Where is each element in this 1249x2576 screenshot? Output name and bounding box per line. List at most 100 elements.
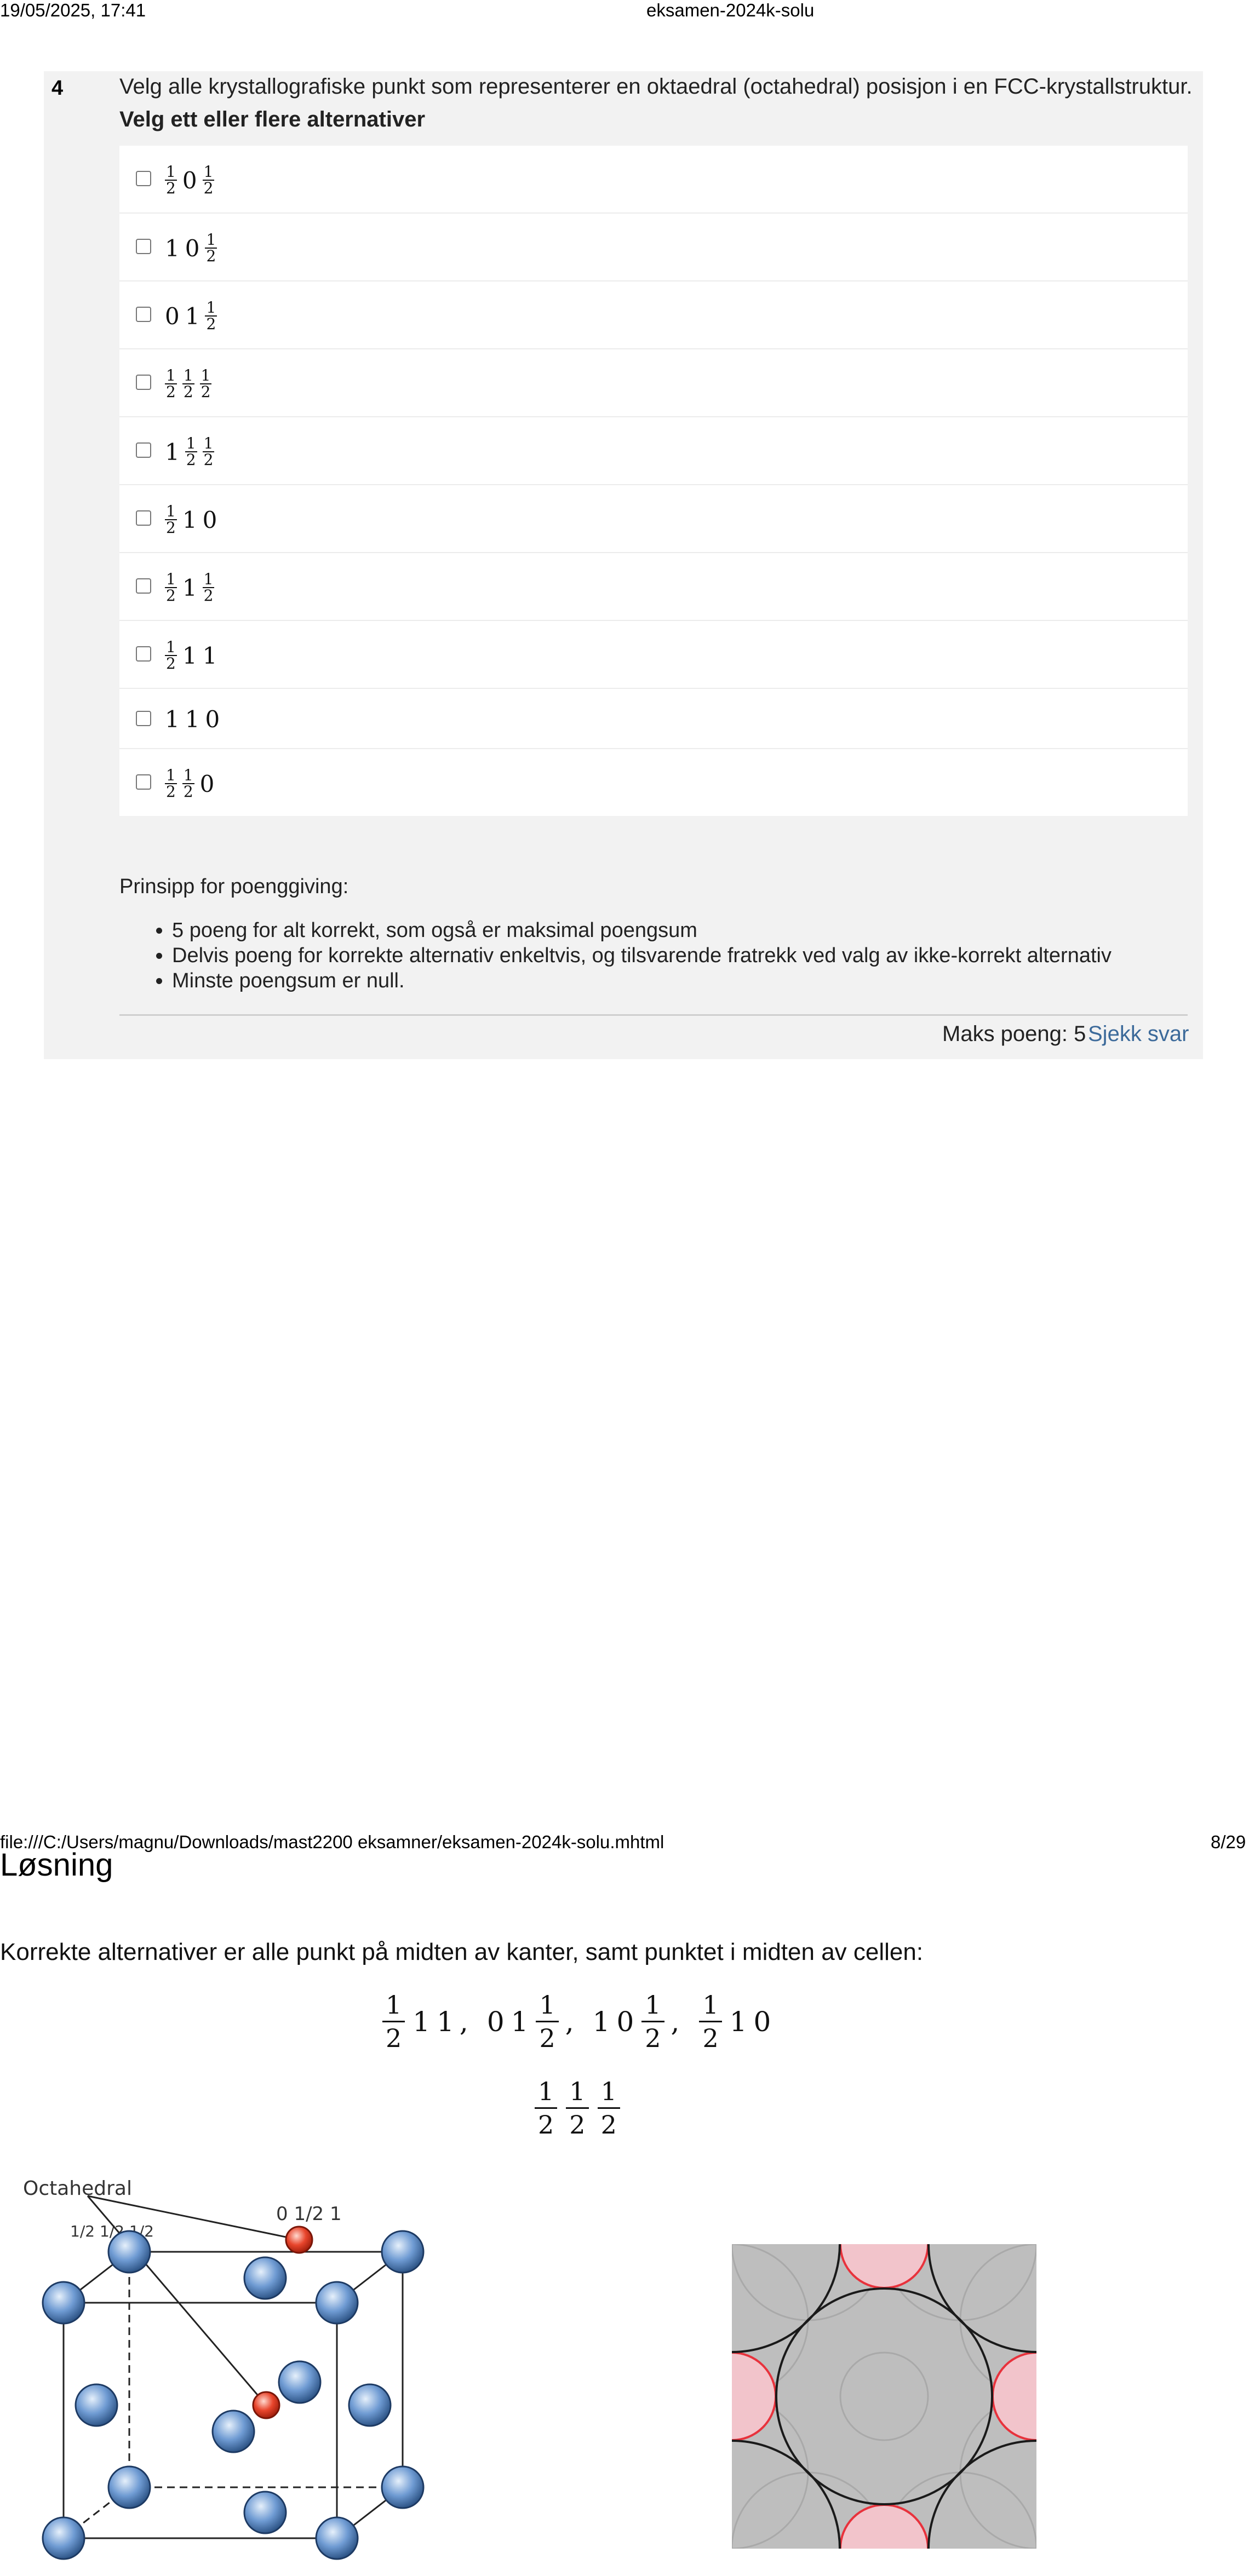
atom [348, 2383, 392, 2427]
integer: 0 [185, 234, 200, 262]
fraction: 12 [699, 1989, 722, 2054]
option-checkbox[interactable] [136, 646, 151, 662]
answer-option[interactable]: 12112 [119, 553, 1188, 621]
option-checkbox[interactable] [136, 375, 151, 390]
scoring-rule: 5 poeng for alt korrekt, som også er mak… [172, 918, 1112, 943]
option-coordinates: 12112 [162, 568, 217, 607]
fraction: 12 [535, 2075, 558, 2141]
check-answer-link[interactable]: Sjekk svar [1088, 1022, 1189, 1046]
integer: 1 [182, 506, 197, 533]
separator: , [459, 2005, 468, 2038]
answer-option[interactable]: 1211 [119, 621, 1188, 689]
question-text: Velg alle krystallografiske punkt som re… [119, 74, 1193, 99]
option-checkbox[interactable] [136, 774, 151, 790]
fraction: 12 [202, 434, 215, 469]
atom [381, 2230, 425, 2274]
integer: 1 [182, 642, 197, 669]
close-packed-plane-figure [732, 2244, 1036, 2549]
atom [107, 2230, 151, 2274]
answer-option[interactable]: 1012 [119, 214, 1188, 281]
option-checkbox[interactable] [136, 711, 151, 726]
answer-option[interactable]: 1210 [119, 485, 1188, 553]
integer: 1 [165, 234, 180, 262]
fraction: 12 [182, 766, 194, 801]
edge-coordinate-label: 0 1/2 1 [276, 2203, 342, 2225]
answer-option[interactable]: 11212 [119, 417, 1188, 485]
answer-option[interactable]: 0112 [119, 281, 1188, 349]
fraction: 12 [165, 366, 177, 401]
answer-option[interactable]: 12012 [119, 146, 1188, 214]
fraction: 12 [202, 163, 215, 197]
integer: 1 [202, 642, 217, 669]
atom [42, 2281, 85, 2325]
plane-background [732, 2244, 1036, 2549]
fraction: 12 [182, 366, 194, 401]
atom [315, 2281, 359, 2325]
atom [315, 2516, 359, 2560]
scoring-rules: 5 poeng for alt korrekt, som også er mak… [119, 918, 1112, 993]
answer-option[interactable]: 121212 [119, 349, 1188, 417]
atom [243, 2491, 287, 2534]
scoring-rule: Minste poengsum er null. [172, 968, 1112, 993]
option-coordinates: 1211 [162, 636, 220, 675]
fraction: 12 [382, 1989, 405, 2054]
atom [211, 2410, 255, 2453]
option-coordinates: 110 [162, 700, 222, 738]
integer: 0 [199, 770, 215, 797]
fraction: 12 [165, 766, 177, 801]
integer: 1 [729, 2005, 747, 2038]
atom [107, 2465, 151, 2509]
solution-equation-line1: 1211,0112,1012,1210 [378, 1989, 774, 2054]
integer: 1 [412, 2005, 431, 2038]
fcc-unit-cell-figure: Octahedral 1/2 1/2 1/2 0 1/2 1 [23, 2177, 425, 2560]
max-points: Maks poeng: 5 [942, 1022, 1086, 1046]
atom [381, 2465, 425, 2509]
integer: 1 [165, 438, 180, 465]
integer: 0 [486, 2005, 505, 2038]
fraction: 12 [202, 570, 215, 605]
atom [278, 2360, 322, 2404]
question-instruction: Velg ett eller flere alternativer [119, 107, 426, 131]
integer: 0 [753, 2005, 771, 2038]
integer: 1 [437, 2005, 454, 2038]
print-doc-title: eksamen-2024k-solu [646, 0, 815, 20]
integer: 1 [185, 705, 200, 733]
scoring-rule: Delvis poeng for korrekte alternativ enk… [172, 943, 1112, 968]
integer: 1 [592, 2005, 610, 2038]
fraction: 12 [165, 163, 177, 197]
separator: , [565, 2005, 574, 2038]
answer-option[interactable]: 12120 [119, 749, 1188, 816]
fraction: 12 [199, 366, 212, 401]
answer-option[interactable]: 110 [119, 689, 1188, 749]
fraction: 12 [566, 2075, 589, 2141]
octahedral-site [285, 2226, 313, 2254]
atom-spheres [42, 2226, 425, 2560]
option-checkbox[interactable] [136, 578, 151, 594]
solution-equation-line2: 121212 [530, 2075, 624, 2141]
integer: 1 [182, 574, 197, 601]
fraction: 12 [165, 570, 177, 605]
atom [75, 2383, 118, 2427]
print-datetime: 19/05/2025, 17:41 [0, 0, 146, 20]
answer-options: 1201210120112121212112121210121121211110… [119, 146, 1188, 816]
option-checkbox[interactable] [136, 171, 151, 186]
option-checkbox[interactable] [136, 510, 151, 526]
option-checkbox[interactable] [136, 442, 151, 458]
integer: 0 [202, 506, 217, 533]
option-coordinates: 121212 [162, 365, 214, 403]
fraction: 12 [185, 434, 197, 469]
integer: 1 [185, 302, 200, 330]
separator: , [671, 2005, 680, 2038]
print-page-number: 8/29 [1211, 1832, 1246, 1852]
option-coordinates: 1210 [162, 501, 220, 539]
fraction: 12 [597, 2075, 620, 2141]
fraction: 12 [205, 298, 217, 333]
option-checkbox[interactable] [136, 307, 151, 322]
fraction: 12 [641, 1989, 664, 2054]
integer: 1 [511, 2005, 529, 2038]
integer: 0 [182, 166, 197, 194]
integer: 1 [165, 705, 180, 733]
option-coordinates: 12012 [162, 161, 217, 199]
solution-text: Korrekte alternativer er alle punkt på m… [0, 1939, 924, 1965]
option-checkbox[interactable] [136, 239, 151, 254]
